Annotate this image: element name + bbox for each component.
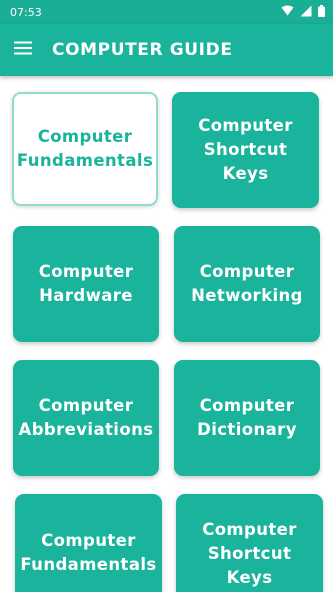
topic-card-label-line: Computer (38, 396, 134, 415)
topic-card-label-line: Computer (38, 262, 134, 281)
topic-card-label: Computer Dictionary (197, 394, 297, 442)
topic-card-label-line: Fundamentals (20, 555, 157, 574)
topic-card[interactable]: Computer Dictionary (174, 360, 320, 476)
topic-card-label-line: Dictionary (197, 420, 297, 439)
topic-card-label: Computer Fundamentals (20, 529, 156, 577)
topic-card-label: Computer Fundamentals (17, 125, 153, 173)
topic-card-label-line: Fundamentals (16, 151, 154, 170)
topic-card-label-line: Computer (202, 520, 297, 539)
topic-card[interactable]: Computer Fundamentals (12, 92, 158, 206)
menu-button[interactable] (6, 24, 40, 76)
topic-card-label-line: Networking (191, 286, 303, 305)
wifi-icon (281, 5, 294, 19)
topic-card[interactable]: Computer Hardware (13, 226, 159, 342)
topic-card[interactable]: Computer Fundamentals (15, 494, 162, 592)
topic-card-label: Computer Shortcut Keys (202, 518, 297, 590)
topic-card-label-line: Computer (199, 262, 295, 281)
topic-card-label-line: Computer (199, 396, 295, 415)
topic-card-label-line: Keys (226, 568, 273, 587)
status-time: 07:53 (10, 5, 42, 19)
signal-icon (300, 5, 312, 20)
status-bar: 07:53 (0, 0, 333, 24)
topic-card-label-line: Computer (41, 531, 136, 550)
topic-grid: Computer Fundamentals Computer Shortcut Keys… (0, 76, 333, 592)
status-icons (281, 4, 325, 20)
topic-card[interactable]: Computer Shortcut Keys (172, 92, 319, 208)
topic-card[interactable]: Computer Networking (174, 226, 320, 342)
topic-card[interactable]: Computer Abbreviations (13, 360, 159, 476)
topic-card-label-line: Abbreviations (18, 420, 154, 439)
page-title: COMPUTER GUIDE (52, 40, 233, 60)
topic-card-label-line: Shortcut (203, 140, 288, 159)
topic-card-label-line: Hardware (39, 286, 133, 305)
topic-card-label-line: Keys (222, 164, 269, 183)
topic-card-label: Computer Abbreviations (19, 394, 154, 442)
app-bar: COMPUTER GUIDE (0, 24, 333, 76)
topic-card[interactable]: Computer Shortcut Keys (176, 494, 323, 592)
topic-card-label-line: Computer (37, 127, 133, 146)
topic-card-label: Computer Hardware (39, 260, 134, 308)
menu-icon (13, 40, 33, 60)
topic-card-label-line: Shortcut (207, 544, 292, 563)
topic-card-label-line: Computer (198, 116, 293, 135)
battery-icon (318, 4, 325, 20)
topic-card-label: Computer Networking (191, 260, 303, 308)
topic-card-label: Computer Shortcut Keys (198, 114, 293, 186)
